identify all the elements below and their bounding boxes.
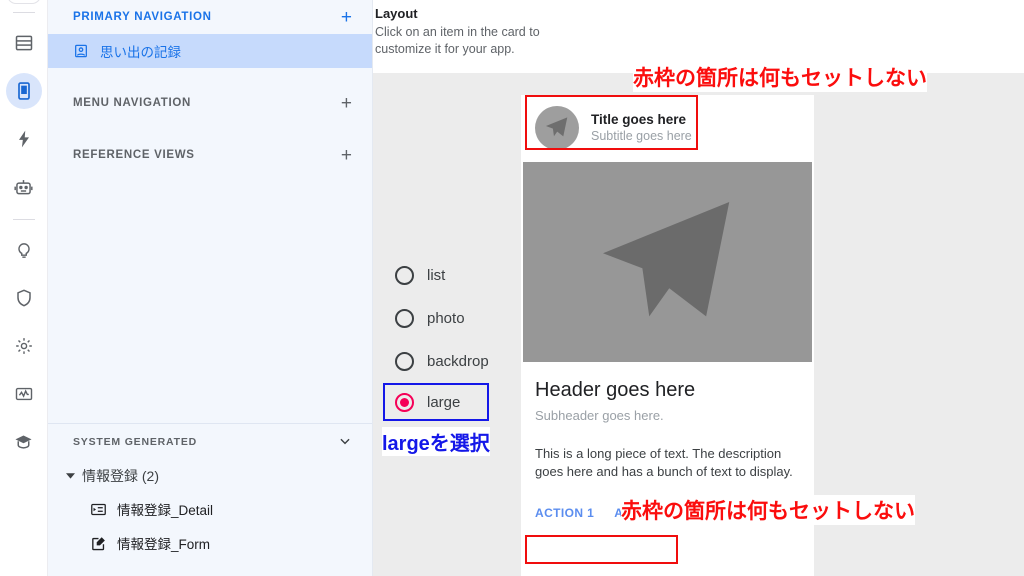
- radio-icon[interactable]: [395, 266, 414, 285]
- card-header[interactable]: Title goes here Subtitle goes here: [521, 95, 814, 162]
- learn-icon: [13, 432, 34, 453]
- automation-icon: [14, 129, 34, 149]
- radio-label: backdrop: [427, 353, 489, 370]
- rail-divider-2: [12, 219, 35, 220]
- add-primary-nav-icon[interactable]: +: [341, 8, 352, 27]
- section-reference-views[interactable]: REFERENCE VIEWS +: [48, 138, 372, 172]
- radio-icon[interactable]: [395, 309, 414, 328]
- rail-item-bot-icon[interactable]: [6, 169, 42, 205]
- sidebar-item-omoide-no-kiroku[interactable]: 思い出の記録: [48, 34, 372, 68]
- action-1-button[interactable]: ACTION 1: [535, 506, 594, 520]
- page-subtitle: Click on an item in the card to customiz…: [375, 25, 540, 56]
- form-view-icon: [90, 535, 107, 552]
- bot-icon: [13, 177, 34, 198]
- page-title: Layout: [375, 6, 418, 21]
- card-subheader: Subheader goes here.: [535, 408, 664, 423]
- annotation-text-blue: largeを選択: [382, 427, 490, 456]
- paper-plane-icon: [602, 202, 729, 317]
- annotation-text-red-bottom: 赤枠の箇所は何もセットしない: [621, 495, 915, 525]
- preview-canvas: list photo backdrop large Title goes her…: [373, 62, 1024, 576]
- radio-label: list: [427, 267, 446, 284]
- section-primary-navigation[interactable]: PRIMARY NAVIGATION +: [48, 0, 372, 34]
- card-image-placeholder[interactable]: [523, 162, 812, 362]
- sidebar-item-label: 思い出の記録: [100, 45, 181, 60]
- icon-rail: [0, 0, 48, 576]
- section-label: REFERENCE VIEWS: [73, 149, 195, 161]
- navigation-panel: PRIMARY NAVIGATION + 思い出の記録 MENU NAVIGAT…: [48, 0, 373, 576]
- appsheet-ux-editor: PRIMARY NAVIGATION + 思い出の記録 MENU NAVIGAT…: [0, 0, 1024, 576]
- layout-option-group: list photo backdrop large: [383, 254, 489, 421]
- rail-item-shield-icon[interactable]: [6, 280, 42, 316]
- monitor-icon: [14, 384, 34, 404]
- add-reference-view-icon[interactable]: +: [341, 146, 352, 165]
- rail-item-mobile-app-icon[interactable]: [5, 73, 42, 109]
- rail-divider: [12, 12, 35, 13]
- nav-gap-1: [48, 68, 372, 86]
- lightbulb-icon: [14, 240, 34, 260]
- shield-icon: [14, 288, 34, 308]
- radio-icon-selected[interactable]: [395, 392, 414, 412]
- rail-item-learn-icon[interactable]: [6, 424, 42, 460]
- data-icon: [14, 33, 34, 53]
- radio-option-backdrop[interactable]: backdrop: [395, 340, 489, 383]
- card-subtitle: Subtitle goes here: [591, 129, 692, 143]
- add-menu-nav-icon[interactable]: +: [341, 94, 352, 113]
- tree-item-form-view[interactable]: 情報登録_Form: [48, 526, 372, 560]
- tree-item-detail-view[interactable]: 情報登録_Detail: [48, 492, 372, 526]
- rail-item-lightbulb-icon[interactable]: [6, 232, 42, 268]
- radio-label: photo: [427, 310, 465, 327]
- card-header-text: Title goes here Subtitle goes here: [591, 111, 692, 145]
- nav-gap-2: [48, 120, 372, 138]
- card-paragraph: This is a long piece of text. The descri…: [535, 446, 793, 479]
- stage-header: Layout Click on an item in the card to c…: [373, 0, 1024, 66]
- avatar: [535, 106, 579, 150]
- card-main-header: Header goes here: [535, 379, 696, 401]
- radio-option-large[interactable]: large: [383, 383, 489, 421]
- triangle-down-icon[interactable]: [66, 471, 75, 482]
- radio-option-photo[interactable]: photo: [395, 297, 489, 340]
- layout-preview-stage: Layout Click on an item in the card to c…: [373, 0, 1024, 576]
- chevron-down-icon[interactable]: [338, 434, 352, 450]
- tree-item-label: 情報登録_Form: [117, 537, 211, 552]
- rail-item-data-icon[interactable]: [6, 25, 42, 61]
- radio-label: large: [427, 393, 461, 411]
- annotation-text-red-top: 赤枠の箇所は何もセットしない: [633, 62, 927, 92]
- tree-item-label: 情報登録_Detail: [117, 503, 214, 518]
- rail-item-settings-icon[interactable]: [6, 328, 42, 364]
- section-menu-navigation[interactable]: MENU NAVIGATION +: [48, 86, 372, 120]
- image-view-icon: [73, 43, 89, 59]
- mobile-app-icon: [14, 81, 34, 101]
- card-title: Title goes here: [591, 112, 687, 127]
- section-label: SYSTEM GENERATED: [73, 436, 198, 448]
- nav-bottom-pad: [48, 560, 372, 576]
- rail-top-stub: [6, 0, 41, 4]
- section-label: MENU NAVIGATION: [73, 97, 192, 109]
- detail-view-icon: [90, 501, 107, 518]
- tree-group-label: 情報登録 (2): [82, 468, 159, 484]
- section-label: PRIMARY NAVIGATION: [73, 11, 212, 23]
- card-body[interactable]: Header goes here Subheader goes here. Th…: [521, 362, 814, 487]
- settings-icon: [14, 336, 34, 356]
- rail-item-automation-icon[interactable]: [6, 121, 42, 157]
- section-system-generated[interactable]: SYSTEM GENERATED: [48, 424, 372, 460]
- radio-option-list[interactable]: list: [395, 254, 489, 297]
- tree-group-joho-toroku[interactable]: 情報登録 (2): [48, 460, 372, 492]
- rail-item-monitor-icon[interactable]: [6, 376, 42, 412]
- radio-icon[interactable]: [395, 352, 414, 371]
